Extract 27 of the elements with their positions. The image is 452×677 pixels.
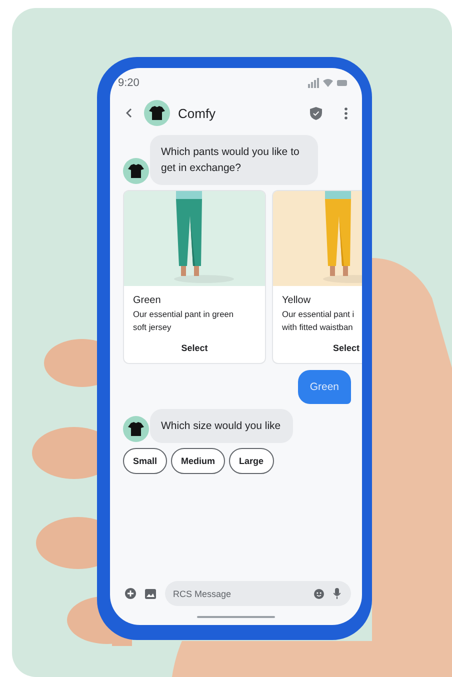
message-bubble: Green (298, 370, 351, 404)
size-chip[interactable]: Medium (171, 448, 226, 474)
shirt-avatar (123, 158, 149, 184)
back-icon[interactable] (126, 108, 132, 118)
size-chip[interactable]: Small (123, 448, 168, 474)
microphone-icon[interactable] (333, 588, 341, 599)
select-button[interactable]: Select (329, 341, 362, 355)
card-title: Yellow (282, 295, 312, 306)
menu-icon[interactable] (344, 106, 348, 120)
shirt-avatar (144, 100, 170, 126)
size-chip[interactable]: Large (229, 448, 274, 474)
shield-icon[interactable] (310, 106, 322, 120)
status-time: 9:20 (118, 77, 140, 89)
message-bubble: Which pants would you like to get in exchange? (150, 135, 318, 185)
message-bubble: Which size would you like (150, 409, 293, 443)
card-description: Our essential pant i with fitted waistban (282, 308, 353, 334)
message-input[interactable]: RCS Message (173, 588, 305, 598)
message-field[interactable]: RCS Message (165, 581, 351, 606)
status-icons (308, 78, 348, 88)
add-icon[interactable] (125, 588, 136, 599)
emoji-icon[interactable] (314, 588, 324, 598)
shirt-avatar (123, 416, 149, 442)
contact-name: Comfy (178, 106, 217, 120)
select-button[interactable]: Select (177, 341, 212, 355)
image-icon[interactable] (145, 588, 156, 598)
card-description: Our essential pant in green soft jersey (133, 308, 235, 334)
card-title: Green (133, 295, 162, 306)
